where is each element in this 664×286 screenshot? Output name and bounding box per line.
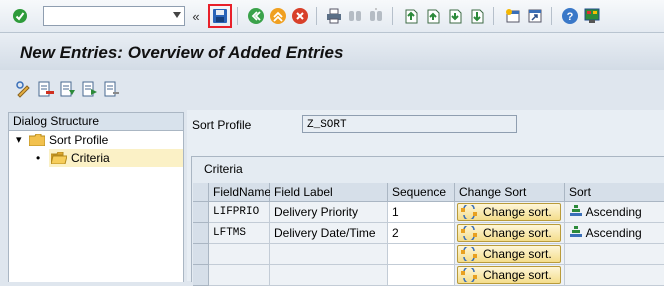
field-label-cell: Delivery Date/Time (270, 223, 388, 244)
tree-item-criteria[interactable]: • Criteria (9, 149, 183, 167)
change-display-icon[interactable] (14, 79, 34, 99)
sort-cell: Ascending (565, 223, 664, 244)
fieldname-cell (209, 265, 270, 286)
change-sort-button[interactable]: Change sort. (457, 245, 561, 263)
sort-direction-label: Ascending (585, 226, 642, 240)
sort-profile-label: Sort Profile (192, 118, 252, 132)
previous-page-icon[interactable] (423, 6, 443, 26)
select-all-icon[interactable] (58, 79, 78, 99)
sequence-input[interactable]: 1 (388, 202, 455, 223)
change-sort-label: Change sort. (483, 205, 552, 219)
system-toolbar: « ? (0, 0, 664, 33)
change-sort-label: Change sort. (483, 247, 552, 261)
title-bar: New Entries: Overview of Added Entries (0, 33, 664, 70)
delete-icon[interactable] (36, 79, 56, 99)
tree-item-label: Criteria (71, 151, 110, 165)
deselect-all-icon[interactable] (102, 79, 122, 99)
history-collapse-icon[interactable]: « (189, 6, 203, 26)
find-icon[interactable] (345, 6, 365, 26)
open-folder-icon (51, 152, 67, 164)
sort-cell (565, 244, 664, 265)
detail-panel: Sort Profile Z_SORT Criteria FieldName F… (187, 110, 664, 286)
sort-toggle-icon (461, 205, 477, 219)
field-label-cell: Delivery Priority (270, 202, 388, 223)
expand-icon[interactable]: ▾ (16, 131, 22, 149)
folder-icon (29, 134, 45, 146)
command-field[interactable] (43, 6, 185, 26)
row-selector[interactable] (193, 202, 209, 223)
row-selector[interactable] (193, 223, 209, 244)
column-header-change-sort[interactable]: Change Sort (455, 183, 565, 202)
sequence-input[interactable]: 2 (388, 223, 455, 244)
sequence-input[interactable] (388, 244, 455, 265)
change-sort-label: Change sort. (483, 226, 552, 240)
bullet-icon: • (36, 151, 41, 165)
sort-cell (565, 265, 664, 286)
first-page-icon[interactable] (401, 6, 421, 26)
dialog-structure-panel: Dialog Structure ▾ Sort Profile • Criter… (8, 112, 184, 282)
change-sort-button[interactable]: Change sort. (457, 224, 561, 242)
change-sort-cell: Change sort. (455, 202, 565, 223)
find-next-icon[interactable] (366, 6, 386, 26)
sort-toggle-icon (461, 268, 477, 282)
sequence-input[interactable] (388, 265, 455, 286)
chevron-down-icon[interactable] (173, 12, 181, 18)
criteria-group: Criteria FieldName Field Label Sequence … (191, 156, 664, 286)
last-page-icon[interactable] (467, 6, 487, 26)
save-icon[interactable] (208, 4, 232, 28)
cancel-icon[interactable] (290, 6, 310, 26)
change-sort-cell: Change sort. (455, 265, 565, 286)
column-header-field-label[interactable]: Field Label (270, 183, 388, 202)
svg-text:?: ? (567, 11, 574, 23)
exit-icon[interactable] (268, 6, 288, 26)
ascending-sort-icon (570, 226, 582, 237)
shortcut-icon[interactable] (525, 6, 545, 26)
layout-menu-icon[interactable] (582, 6, 602, 26)
select-all-rows-button[interactable] (193, 183, 209, 202)
enter-icon[interactable] (10, 6, 30, 26)
back-icon[interactable] (246, 6, 266, 26)
help-icon[interactable]: ? (560, 6, 580, 26)
fieldname-cell: LIFPRIO (209, 202, 270, 223)
change-sort-button[interactable]: Change sort. (457, 203, 561, 221)
change-sort-cell: Change sort. (455, 223, 565, 244)
print-icon[interactable] (324, 6, 344, 26)
fieldname-cell: LFTMS (209, 223, 270, 244)
select-block-icon[interactable] (80, 79, 100, 99)
field-label-cell (270, 244, 388, 265)
column-header-sequence[interactable]: Sequence (388, 183, 455, 202)
tree-item-label: Sort Profile (49, 133, 109, 147)
dialog-structure-header: Dialog Structure (9, 113, 183, 131)
sort-toggle-icon (461, 226, 477, 240)
change-sort-button[interactable]: Change sort. (457, 266, 561, 284)
row-selector[interactable] (193, 265, 209, 286)
row-selector[interactable] (193, 244, 209, 265)
sort-cell: Ascending (565, 202, 664, 223)
change-sort-cell: Change sort. (455, 244, 565, 265)
sort-toggle-icon (461, 247, 477, 261)
column-header-sort[interactable]: Sort (565, 183, 664, 202)
field-label-cell (270, 265, 388, 286)
sort-direction-label: Ascending (585, 205, 642, 219)
next-page-icon[interactable] (445, 6, 465, 26)
column-header-fieldname[interactable]: FieldName (209, 183, 271, 202)
ascending-sort-icon (570, 205, 582, 216)
fieldname-cell (209, 244, 270, 265)
selection-highlight (49, 149, 183, 167)
sort-profile-field: Z_SORT (302, 115, 517, 133)
new-session-icon[interactable] (503, 6, 523, 26)
tree-item-sort-profile[interactable]: ▾ Sort Profile (9, 131, 183, 149)
change-sort-label: Change sort. (483, 268, 552, 282)
page-title: New Entries: Overview of Added Entries (20, 43, 344, 62)
application-toolbar (0, 71, 664, 105)
criteria-group-title: Criteria (204, 162, 243, 176)
